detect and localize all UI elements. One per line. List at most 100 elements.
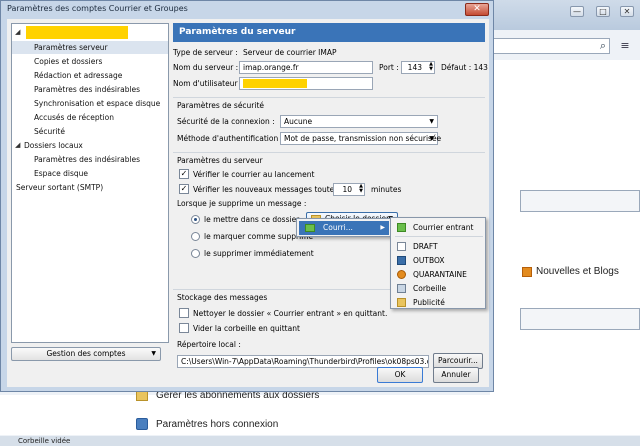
username-input[interactable] (239, 77, 373, 90)
chevron-down-icon: ▼ (429, 135, 434, 142)
delete-label: Lorsque je supprime un message : (177, 199, 307, 208)
port-stepper[interactable]: 143 ▲ ▼ (401, 61, 435, 74)
dialog-client: ◢ Paramètres serveur Copies et dossiers … (7, 19, 489, 387)
stepper-arrows-icon[interactable]: ▲ ▼ (359, 184, 363, 194)
auth-method-value: Mot de passe, transmission non sécurisée (284, 134, 442, 143)
port-label: Port : (379, 63, 399, 72)
check-every-label: Vérifier les nouveaux messages toutes le… (193, 185, 352, 194)
tree-item-server-settings[interactable]: Paramètres serveur (12, 41, 168, 54)
storage-title: Stockage des messages (177, 293, 268, 302)
background-titlebar (490, 0, 640, 30)
connection-security-value: Aucune (284, 117, 313, 126)
offline-params-link[interactable]: Paramètres hors connexion (136, 418, 278, 430)
news-blogs-link[interactable]: Nouvelles et Blogs (522, 266, 619, 277)
minimize-button[interactable]: — (570, 6, 584, 17)
status-text: Corbeille vidée (18, 437, 71, 445)
redacted-account-name[interactable] (26, 26, 128, 39)
menu-item-outbox[interactable]: OUTBOX (395, 254, 483, 267)
menu-item-inbox-label: Courrier entrant (413, 223, 474, 232)
folder-submenu: Courrier entrant DRAFT OUTBOX QUARANTAIN… (390, 217, 486, 309)
account-tree[interactable]: ◢ Paramètres serveur Copies et dossiers … (11, 23, 169, 343)
empty-trash-label: Vider la corbeille en quittant (193, 324, 300, 333)
server-settings-title: Paramètres du serveur (177, 156, 263, 165)
inbox-icon (397, 223, 406, 232)
status-bar: Corbeille vidée (0, 436, 640, 446)
inbox-icon (305, 224, 315, 232)
server-name-label: Nom du serveur : (173, 63, 239, 72)
server-type-value: Serveur de courrier IMAP (243, 48, 337, 57)
connection-security-select[interactable]: Aucune ▼ (280, 115, 438, 128)
mark-deleted-radio[interactable] (191, 232, 200, 241)
minutes-value: 10 (342, 185, 352, 194)
menu-item-draft[interactable]: DRAFT (395, 240, 483, 253)
tree-item-composition[interactable]: Rédaction et adressage (34, 69, 122, 82)
move-to-folder-label: le mettre dans ce dossier : (204, 215, 305, 224)
menu-item-draft-label: DRAFT (413, 242, 438, 251)
menu-item-publicite-label: Publicité (413, 298, 445, 307)
delete-immediately-label: le supprimer immédiatement (204, 249, 314, 258)
chevron-right-icon: ▶ (380, 224, 385, 231)
tree-item-local-junk[interactable]: Paramètres des indésirables (34, 153, 140, 166)
minutes-label: minutes (371, 185, 402, 194)
menu-separator (395, 236, 483, 237)
tree-item-sync[interactable]: Synchronisation et espace disque (34, 97, 160, 110)
tree-item-security[interactable]: Sécurité (34, 125, 65, 138)
chevron-down-icon: ▼ (429, 118, 434, 125)
manage-accounts-label: Gestion des comptes (46, 349, 126, 358)
empty-trash-checkbox[interactable] (179, 323, 189, 333)
stepper-arrows-icon[interactable]: ▲ ▼ (429, 62, 433, 72)
background-box (520, 308, 640, 330)
junk-icon (397, 270, 406, 279)
check-startup-label: Vérifier le courrier au lancement (193, 170, 315, 179)
tree-item-disk-space[interactable]: Espace disque (34, 167, 88, 180)
cleanup-label: Nettoyer le dossier « Courrier entrant »… (193, 309, 388, 318)
check-every-checkbox[interactable]: ✓ (179, 184, 189, 194)
menu-item-trash[interactable]: Corbeille (395, 282, 483, 295)
move-to-folder-radio[interactable] (191, 215, 200, 224)
maximize-button[interactable]: □ (596, 6, 610, 17)
minutes-stepper[interactable]: 10 ▲ ▼ (333, 183, 365, 196)
tree-item-receipts[interactable]: Accusés de réception (34, 111, 114, 124)
tree-item-local-folders[interactable]: Dossiers locaux (24, 139, 83, 152)
tree-item-junk[interactable]: Paramètres des indésirables (34, 83, 140, 96)
expand-arrow-icon[interactable]: ◢ (15, 141, 20, 149)
menu-item-account-label: Courri... (323, 223, 353, 232)
server-name-input[interactable]: imap.orange.fr (239, 61, 373, 74)
search-icon[interactable]: ⌕ (596, 38, 610, 54)
auth-method-select[interactable]: Mot de passe, transmission non sécurisée… (280, 132, 442, 145)
port-value: 143 (407, 63, 422, 72)
app-menu-icon[interactable]: ≡ (614, 38, 636, 54)
background-panel (490, 60, 640, 430)
cancel-button[interactable]: Annuler (433, 367, 479, 383)
ok-button[interactable]: OK (377, 367, 423, 383)
check-startup-checkbox[interactable]: ✓ (179, 169, 189, 179)
trash-icon (397, 284, 406, 293)
expand-arrow-icon[interactable]: ◢ (15, 28, 20, 36)
offline-params-label: Paramètres hors connexion (156, 418, 279, 430)
auth-method-label: Méthode d'authentification : (177, 134, 284, 143)
settings-panel: Paramètres du serveur Type de serveur : … (173, 23, 488, 369)
menu-item-publicite[interactable]: Publicité (395, 296, 483, 309)
dialog-close-button[interactable]: ✕ (465, 3, 489, 16)
close-window-button[interactable]: ✕ (620, 6, 634, 17)
chevron-down-icon: ▼ (151, 350, 156, 357)
delete-immediately-radio[interactable] (191, 249, 200, 258)
port-default-label: Défaut : 143 (441, 63, 488, 72)
manage-accounts-button[interactable]: Gestion des comptes ▼ (11, 347, 161, 361)
search-input[interactable] (490, 38, 610, 54)
local-dir-label: Répertoire local : (177, 340, 241, 349)
folder-picker-menu: Courri... ▶ (296, 218, 392, 237)
menu-item-trash-label: Corbeille (413, 284, 447, 293)
page-title: Paramètres du serveur (173, 23, 485, 42)
tree-item-copies-folders[interactable]: Copies et dossiers (34, 55, 102, 68)
menu-item-quarantine[interactable]: QUARANTAINE (395, 268, 483, 281)
rss-icon (522, 266, 532, 277)
menu-item-account[interactable]: Courri... ▶ (299, 221, 389, 235)
menu-item-quarantine-label: QUARANTAINE (413, 270, 467, 279)
server-type-label: Type de serveur : (173, 48, 238, 57)
tree-item-smtp[interactable]: Serveur sortant (SMTP) (16, 181, 103, 194)
cleanup-checkbox[interactable] (179, 308, 189, 318)
folder-icon (397, 298, 406, 307)
redacted-username (243, 79, 307, 88)
menu-item-inbox[interactable]: Courrier entrant (395, 221, 483, 234)
